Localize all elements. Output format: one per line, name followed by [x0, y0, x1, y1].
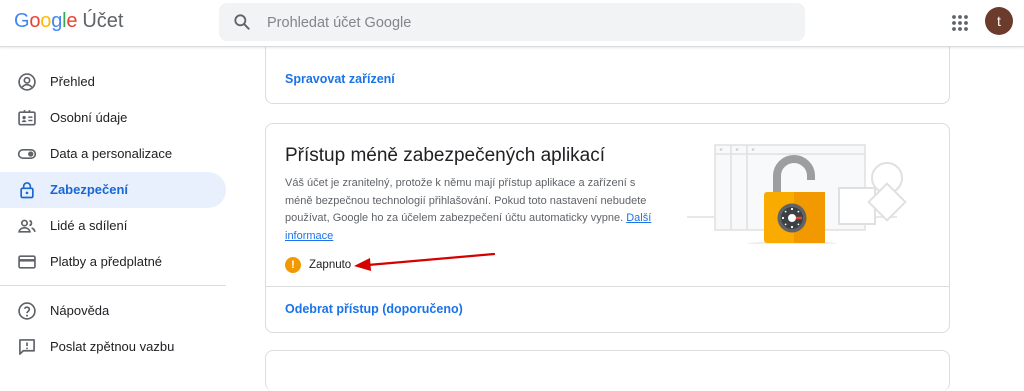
google-account-logo[interactable]: Google Účet	[14, 10, 123, 36]
devices-card: Spravovat zařízení	[265, 38, 950, 104]
next-card	[265, 350, 950, 391]
card-description: Váš účet je zranitelný, protože k němu m…	[285, 177, 652, 242]
help-icon	[18, 302, 36, 320]
account-circle-icon	[18, 73, 36, 91]
sidebar-item-label: Platby a předplatné	[50, 254, 163, 269]
remove-access-link[interactable]: Odebrat přístup (doporučeno)	[285, 302, 463, 316]
sidebar-item-payments[interactable]: Platby a předplatné	[0, 244, 226, 280]
avatar[interactable]: t	[985, 7, 1013, 35]
manage-devices-link[interactable]: Spravovat zařízení	[285, 72, 395, 86]
search-input[interactable]	[265, 3, 789, 43]
sidebar-divider	[0, 285, 226, 286]
top-bar: Google Účet t	[0, 0, 1024, 47]
sidebar-item-security[interactable]: Zabezpečení	[0, 172, 226, 208]
sidebar-item-help[interactable]: Nápověda	[0, 293, 226, 329]
status-text: Zapnuto	[309, 259, 352, 271]
sidebar-item-data-personalization[interactable]: Data a personalizace	[0, 136, 226, 172]
sidebar-item-label: Lidé a sdílení	[50, 218, 128, 233]
lock-icon	[20, 182, 34, 199]
search-box[interactable]	[219, 3, 805, 43]
status-indicator: ! Zapnuto	[285, 257, 351, 273]
sidebar-item-label: Osobní údaje	[50, 110, 128, 125]
product-name: Účet	[82, 10, 124, 32]
credit-card-icon	[18, 255, 36, 269]
search-icon[interactable]	[232, 12, 252, 32]
padlock-illustration-icon	[687, 144, 907, 244]
sidebar-item-personal-info[interactable]: Osobní údaje	[0, 100, 226, 136]
id-card-icon	[18, 110, 36, 126]
card-divider	[266, 286, 949, 287]
apps-grid-icon[interactable]	[950, 13, 970, 33]
card-title: Přístup méně zabezpečených aplikací	[285, 145, 606, 166]
toggle-icon	[17, 149, 37, 159]
sidebar-item-people-sharing[interactable]: Lidé a sdílení	[0, 208, 226, 244]
sidebar-item-label: Poslat zpětnou vazbu	[50, 339, 175, 354]
annotation-arrow-icon	[354, 252, 496, 271]
warning-icon: !	[285, 257, 301, 273]
sidebar-item-overview[interactable]: Přehled	[0, 64, 226, 100]
sidebar: Přehled Osobní údaje Data a personalizac…	[0, 47, 240, 374]
less-secure-apps-card: Přístup méně zabezpečených aplikací Váš …	[265, 123, 950, 333]
sidebar-item-feedback[interactable]: Poslat zpětnou vazbu	[0, 329, 226, 365]
sidebar-item-label: Data a personalizace	[50, 146, 173, 161]
sidebar-item-label: Nápověda	[50, 303, 110, 318]
sidebar-item-label: Zabezpečení	[50, 182, 129, 197]
feedback-icon	[19, 339, 35, 355]
google-wordmark: Google	[14, 10, 78, 32]
people-icon	[18, 219, 36, 233]
sidebar-item-label: Přehled	[50, 74, 95, 89]
